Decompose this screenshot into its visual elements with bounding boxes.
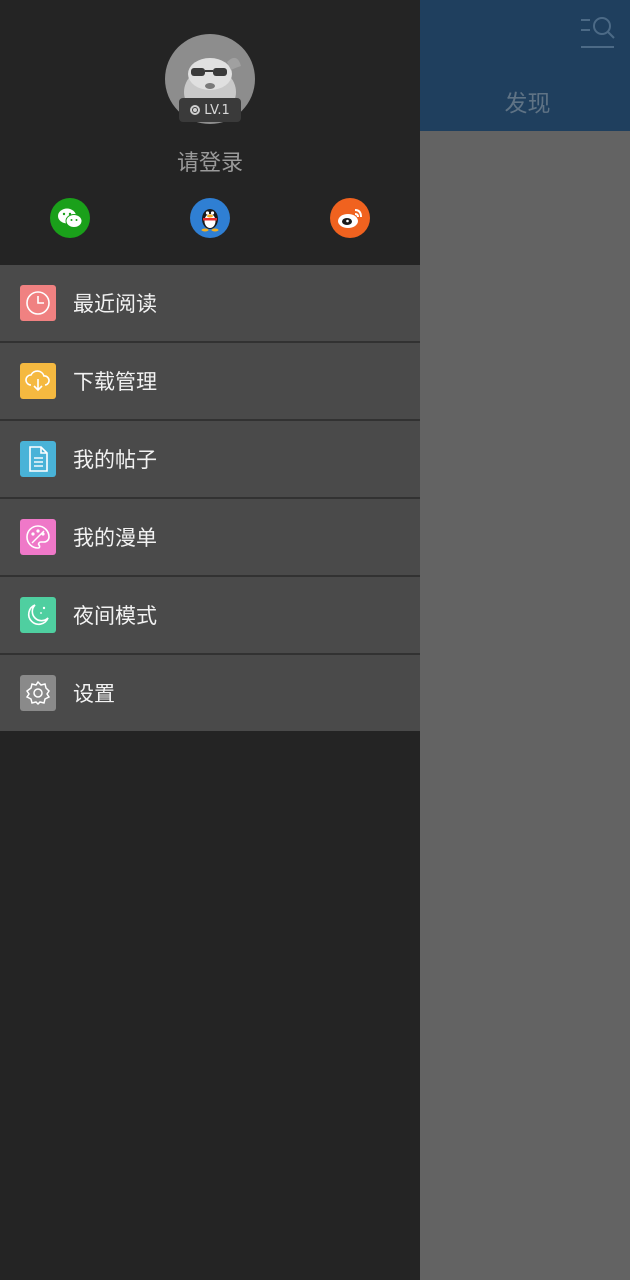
- menu-item-label: 我的帖子: [73, 448, 157, 472]
- menu-item-label: 设置: [73, 682, 115, 706]
- login-prompt[interactable]: 请登录: [0, 145, 420, 177]
- gear-icon: [20, 675, 56, 711]
- wechat-login-button[interactable]: [50, 198, 90, 238]
- drawer-menu: 最近阅读 下载管理 我的帖子 我的漫单 夜间模式 设置: [0, 265, 420, 731]
- weibo-icon: [338, 209, 362, 228]
- moon-icon: [20, 597, 56, 633]
- cloud-download-icon: [20, 363, 56, 399]
- menu-item-label: 最近阅读: [73, 292, 157, 316]
- level-icon: [190, 105, 201, 115]
- search-icon[interactable]: [578, 14, 618, 50]
- menu-item-label: 我的漫单: [73, 526, 157, 550]
- menu-item-night-mode[interactable]: 夜间模式: [0, 577, 420, 655]
- palette-icon: [20, 519, 56, 555]
- level-badge: LV.1: [179, 98, 241, 122]
- wechat-icon: [58, 208, 83, 228]
- app-title[interactable]: 发现: [420, 84, 630, 118]
- qq-penguin-icon: [201, 209, 219, 232]
- qq-login-button[interactable]: [190, 198, 230, 238]
- menu-item-recent-reading[interactable]: 最近阅读: [0, 265, 420, 343]
- menu-item-download-manager[interactable]: 下载管理: [0, 343, 420, 421]
- document-icon: [20, 441, 56, 477]
- navigation-drawer: LV.1 请登录 最近阅读 下载管理 我的帖子 我的漫单 夜间模式 设置: [0, 0, 420, 1280]
- menu-item-my-comic-list[interactable]: 我的漫单: [0, 499, 420, 577]
- clock-icon: [20, 285, 56, 321]
- menu-item-my-posts[interactable]: 我的帖子: [0, 421, 420, 499]
- menu-item-settings[interactable]: 设置: [0, 655, 420, 731]
- weibo-login-button[interactable]: [330, 198, 370, 238]
- menu-item-label: 夜间模式: [73, 604, 157, 628]
- level-text: LV.1: [204, 102, 230, 118]
- menu-item-label: 下载管理: [73, 370, 157, 394]
